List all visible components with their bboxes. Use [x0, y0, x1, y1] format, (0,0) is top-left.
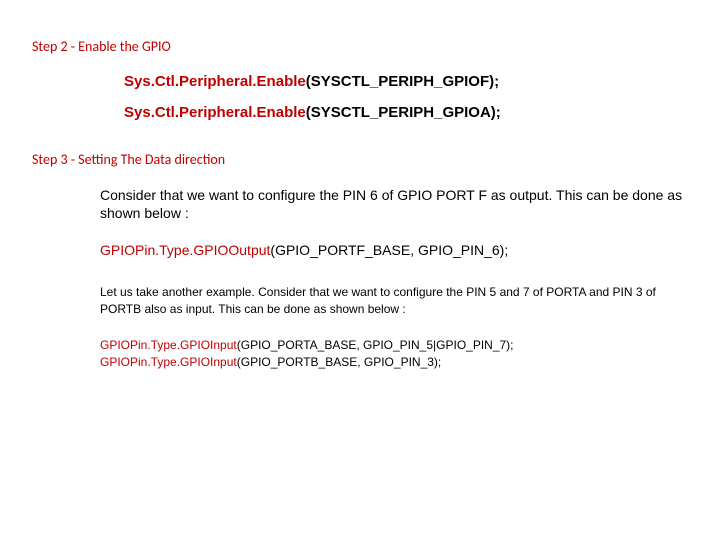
step2-code-line-2: Sys.Ctl.Peripheral.Enable(SYSCTL_PERIPH_… [124, 104, 688, 121]
code-arguments: (GPIO_PORTB_BASE, GPIO_PIN_3); [237, 355, 442, 369]
step3-code-line-2a: GPIOPin.Type.GPIOInput(GPIO_PORTA_BASE, … [100, 337, 688, 354]
code-function-name: GPIOPin.Type.GPIOOutput [100, 242, 270, 258]
code-arguments: (SYSCTL_PERIPH_GPIOA); [306, 104, 501, 121]
step3-code-line-1: GPIOPin.Type.GPIOOutput(GPIO_PORTF_BASE,… [100, 242, 688, 258]
step3-heading: Step 3 - Setting The Data direction [32, 151, 688, 168]
step3-paragraph-2: Let us take another example. Consider th… [100, 284, 688, 316]
step2-code-line-1: Sys.Ctl.Peripheral.Enable(SYSCTL_PERIPH_… [124, 73, 688, 90]
step3-code-line-2b: GPIOPin.Type.GPIOInput(GPIO_PORTB_BASE, … [100, 354, 688, 371]
code-function-name: GPIOPin.Type.GPIOInput [100, 355, 237, 369]
code-function-name: GPIOPin.Type.GPIOInput [100, 338, 237, 352]
code-arguments: (GPIO_PORTA_BASE, GPIO_PIN_5|GPIO_PIN_7)… [237, 338, 514, 352]
step3-paragraph-1: Consider that we want to configure the P… [100, 186, 688, 222]
code-function-name: Sys.Ctl.Peripheral.Enable [124, 73, 306, 90]
step2-heading: Step 2 - Enable the GPIO [32, 38, 688, 55]
code-arguments: (GPIO_PORTF_BASE, GPIO_PIN_6); [270, 242, 508, 258]
code-arguments: (SYSCTL_PERIPH_GPIOF); [306, 73, 499, 90]
code-function-name: Sys.Ctl.Peripheral.Enable [124, 104, 306, 121]
